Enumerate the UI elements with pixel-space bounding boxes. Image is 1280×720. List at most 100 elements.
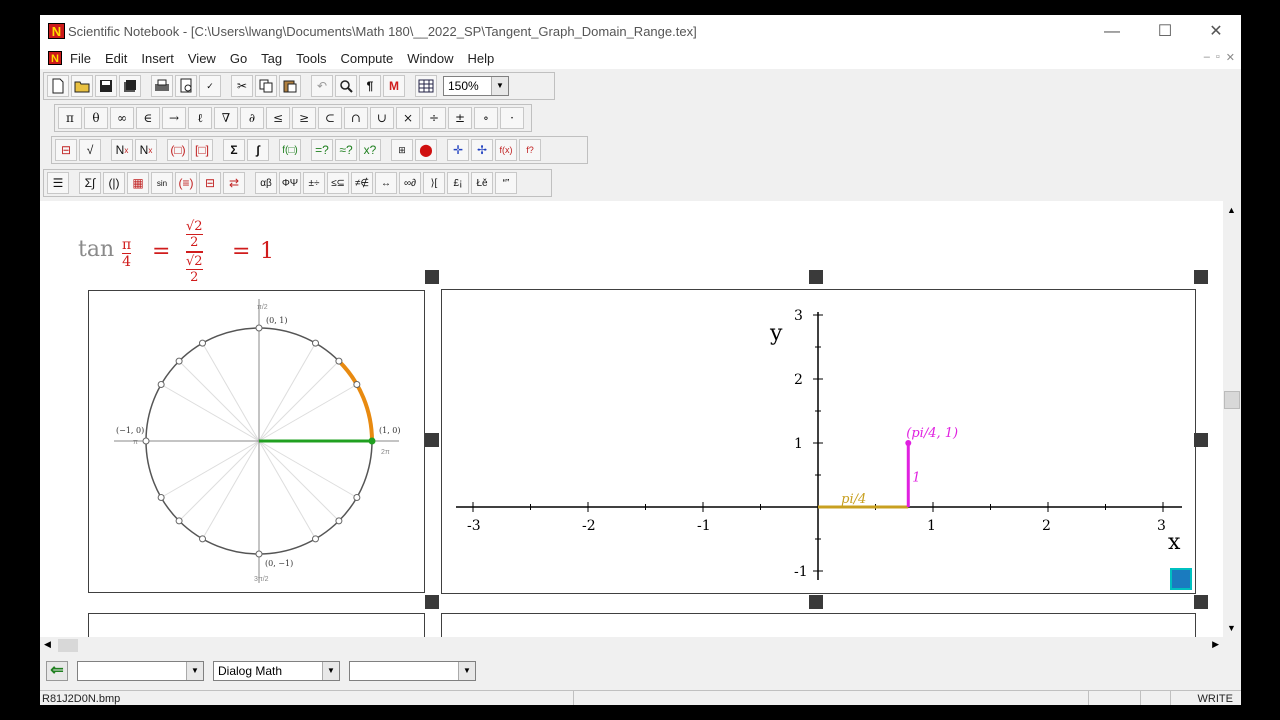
print-preview-icon[interactable]: [175, 75, 197, 97]
symbol-button[interactable]: π: [58, 107, 82, 129]
relations-icon[interactable]: ≤⊆: [327, 172, 349, 194]
horizontal-scrollbar[interactable]: ◀ ▶: [40, 637, 1223, 654]
minimize-button[interactable]: —: [1090, 21, 1134, 43]
arrows-icon[interactable]: ↔: [375, 172, 397, 194]
plot-2d-icon[interactable]: ✛: [447, 139, 469, 161]
binary-ops-icon[interactable]: ±÷: [303, 172, 325, 194]
handle-bottom-right[interactable]: [1194, 595, 1208, 609]
quotes-icon[interactable]: “”: [495, 172, 517, 194]
symbol-button[interactable]: ∩: [344, 107, 368, 129]
display-icon[interactable]: (≡): [175, 172, 197, 194]
negated-relations-icon[interactable]: ≠∉: [351, 172, 373, 194]
unit-circle-figure[interactable]: (0, 1) π/2 (0, −1) 3π/2 (1, 0) 2π (−1, 0…: [88, 290, 425, 593]
document-area[interactable]: tan π 4 = √2 2 √2 2 = 1 (0, 1) π/2 (0, −…: [40, 201, 1223, 637]
matrix-grid-icon[interactable]: ▦: [127, 172, 149, 194]
evaluate-icon[interactable]: =?: [311, 139, 333, 161]
scroll-down-icon[interactable]: ▼: [1227, 623, 1236, 633]
handle-bottom-left[interactable]: [425, 595, 439, 609]
menu-tag[interactable]: Tag: [261, 51, 282, 66]
symbol-button[interactable]: ≥: [292, 107, 316, 129]
handle-top-left[interactable]: [425, 270, 439, 284]
handle-top-right[interactable]: [1194, 270, 1208, 284]
fraction-icon[interactable]: ⊟: [55, 139, 77, 161]
scroll-right-icon[interactable]: ▶: [1212, 639, 1219, 650]
tangent-graph[interactable]: -3 -2 -1 1 2 3 -1 1 2 3 x y pi/4 1 (pi/4, 1): [441, 289, 1196, 594]
back-arrow-icon[interactable]: ⇐: [46, 661, 68, 681]
menu-compute[interactable]: Compute: [341, 51, 394, 66]
next-figure-right[interactable]: [441, 613, 1196, 637]
vertical-scrollbar[interactable]: ▲ ▼: [1223, 201, 1241, 637]
menu-file[interactable]: File: [70, 51, 91, 66]
symbol-button[interactable]: ×: [396, 107, 420, 129]
evaluate-numeric-icon[interactable]: ≈?: [335, 139, 357, 161]
pilcrow-icon[interactable]: ¶: [359, 75, 381, 97]
vertical-scroll-thumb[interactable]: [1224, 391, 1240, 409]
table-icon[interactable]: [415, 75, 437, 97]
zoom-select[interactable]: 150% ▼: [443, 76, 509, 96]
save-icon[interactable]: [95, 75, 117, 97]
define-icon[interactable]: f(x): [495, 139, 517, 161]
stacked-icon[interactable]: ⊟: [199, 172, 221, 194]
symbol-button[interactable]: ÷: [422, 107, 446, 129]
expand-icon[interactable]: ⊞: [391, 139, 413, 161]
save-all-icon[interactable]: [119, 75, 141, 97]
brackets-icon[interactable]: (□): [167, 139, 189, 161]
symbol-button[interactable]: ⊂: [318, 107, 342, 129]
symbol-button[interactable]: ∈: [136, 107, 160, 129]
horizontal-scroll-thumb[interactable]: [58, 639, 78, 652]
menu-help[interactable]: Help: [468, 51, 495, 66]
show-definitions-icon[interactable]: f?: [519, 139, 541, 161]
next-figure-left[interactable]: [88, 613, 425, 637]
handle-mid-right[interactable]: [1194, 433, 1208, 447]
menu-window[interactable]: Window: [407, 51, 453, 66]
plot-3d-icon[interactable]: ✢: [471, 139, 493, 161]
find-icon[interactable]: [335, 75, 357, 97]
symbol-button[interactable]: ±: [448, 107, 472, 129]
solve-icon[interactable]: x?: [359, 139, 381, 161]
menu-tools[interactable]: Tools: [296, 51, 326, 66]
copy-icon[interactable]: [255, 75, 277, 97]
symbol-button[interactable]: ∘: [474, 107, 498, 129]
symbol-button[interactable]: ·: [500, 107, 524, 129]
plot-properties-icon[interactable]: [1170, 568, 1192, 590]
symbol-button[interactable]: ℓ: [188, 107, 212, 129]
integral-icon[interactable]: ∫: [247, 139, 269, 161]
doc-close-button[interactable]: ✕: [1226, 51, 1235, 64]
function-name-icon[interactable]: f(□): [279, 139, 301, 161]
paste-icon[interactable]: [279, 75, 301, 97]
delimiters-icon[interactable]: (|): [103, 172, 125, 194]
item-tag-select[interactable]: ▼: [77, 661, 204, 681]
close-button[interactable]: ✕: [1194, 21, 1238, 43]
greek-lower-icon[interactable]: αβ: [255, 172, 277, 194]
superscript-icon[interactable]: Nx: [111, 139, 133, 161]
scroll-up-icon[interactable]: ▲: [1227, 205, 1236, 215]
handle-bottom-mid[interactable]: [809, 595, 823, 609]
greek-upper-icon[interactable]: ΦΨ: [279, 172, 301, 194]
section-tag-select[interactable]: ▼: [349, 661, 476, 681]
matrix-icon[interactable]: [□]: [191, 139, 213, 161]
scroll-left-icon[interactable]: ◀: [44, 639, 51, 650]
doc-restore-button[interactable]: ▫: [1216, 51, 1220, 64]
handle-top-mid[interactable]: [809, 270, 823, 284]
open-folder-icon[interactable]: [71, 75, 93, 97]
undo-icon[interactable]: ↶: [311, 75, 333, 97]
doc-minimize-button[interactable]: –: [1204, 51, 1210, 64]
functions-icon[interactable]: sin: [151, 172, 173, 194]
stop-icon[interactable]: ⬤: [415, 139, 437, 161]
symbol-button[interactable]: θ: [84, 107, 108, 129]
symbol-button[interactable]: ∂: [240, 107, 264, 129]
latin-icon[interactable]: £¡: [447, 172, 469, 194]
misc-symbols-icon[interactable]: ∞∂: [399, 172, 421, 194]
operators-icon[interactable]: Σ∫: [79, 172, 101, 194]
cut-icon[interactable]: ✂: [231, 75, 253, 97]
menu-insert[interactable]: Insert: [141, 51, 174, 66]
symbol-button[interactable]: ∞: [110, 107, 134, 129]
arrows-panel-icon[interactable]: ⇄: [223, 172, 245, 194]
handle-mid-left[interactable]: [425, 433, 439, 447]
document-icon[interactable]: N: [48, 51, 62, 65]
spell-check-icon[interactable]: ✓: [199, 75, 221, 97]
symbol-button[interactable]: →: [162, 107, 186, 129]
symbol-button[interactable]: ∇: [214, 107, 238, 129]
text-tag-select[interactable]: Dialog Math ▼: [213, 661, 340, 681]
tag-list-icon[interactable]: ☰: [47, 172, 69, 194]
